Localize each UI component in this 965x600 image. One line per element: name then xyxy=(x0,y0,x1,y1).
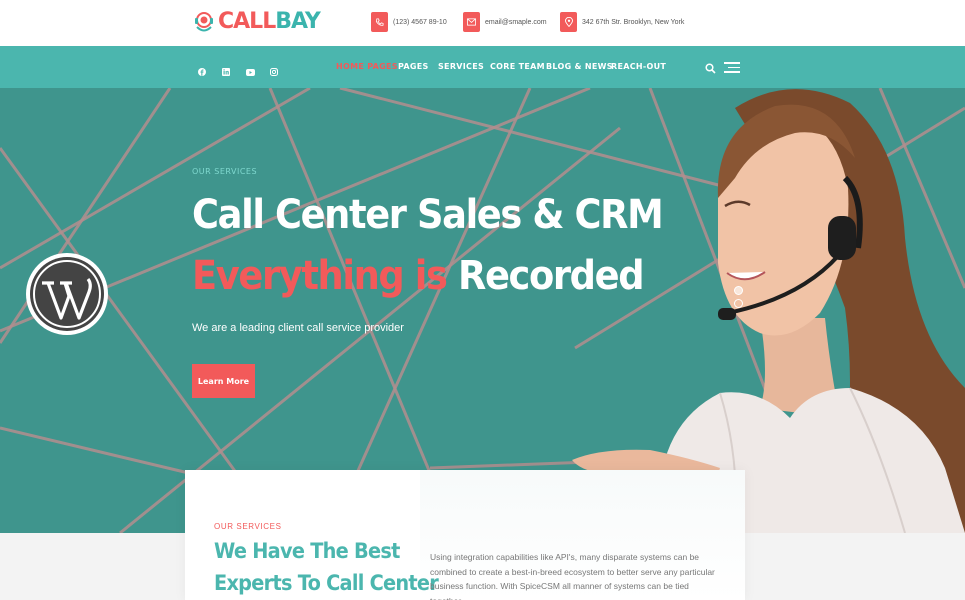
brand-logo[interactable]: CALLBAY xyxy=(193,7,321,37)
learn-more-button[interactable]: Learn More xyxy=(192,364,255,398)
hero-eyebrow: OUR SERVICES xyxy=(192,167,258,176)
nav-item-pages[interactable]: PAGES xyxy=(398,62,429,71)
email-address: email@smaple.com xyxy=(485,18,547,26)
hero-description: We are a leading client call service pro… xyxy=(192,322,404,334)
phone-icon xyxy=(371,12,388,32)
hamburger-menu-icon[interactable] xyxy=(724,62,740,73)
search-icon[interactable] xyxy=(705,61,716,74)
address-text: 342 67th Str. Brooklyn, New York xyxy=(582,18,685,26)
brand-name-part1: CALL xyxy=(218,9,276,34)
nav-item-home-pages[interactable]: HOME PAGES xyxy=(336,62,398,71)
hero-slider: OUR SERVICES Call Center Sales & CRM Eve… xyxy=(0,88,965,533)
contact-address[interactable]: 342 67th Str. Brooklyn, New York xyxy=(560,11,684,33)
youtube-icon[interactable] xyxy=(246,63,255,76)
about-title-line1: We Have The Best xyxy=(214,539,400,563)
slider-pagination xyxy=(734,286,743,312)
brand-name-part2: BAY xyxy=(275,9,321,34)
brand-name: CALLBAY xyxy=(218,9,321,34)
slider-dot-2[interactable] xyxy=(734,299,743,308)
phone-number: (123) 4567 89-10 xyxy=(393,18,447,26)
hero-subtitle: Everything is Recorded xyxy=(192,251,645,301)
about-title: We Have The Best Experts To Call Center xyxy=(214,535,439,599)
mail-icon xyxy=(463,12,480,32)
hero-title: Call Center Sales & CRM xyxy=(192,192,664,238)
hero-subtitle-rest: Recorded xyxy=(458,253,645,299)
nav-item-blog-news[interactable]: BLOG & NEWS xyxy=(546,62,613,71)
linkedin-icon[interactable] xyxy=(222,63,230,76)
facebook-icon[interactable] xyxy=(198,63,206,76)
hero-agent-image xyxy=(572,89,965,533)
contact-email[interactable]: email@smaple.com xyxy=(463,11,547,33)
about-eyebrow: OUR SERVICES xyxy=(214,522,282,531)
nav-item-services[interactable]: SERVICES xyxy=(438,62,484,71)
slider-dot-1[interactable] xyxy=(734,286,743,295)
about-title-line2: Experts To Call Center xyxy=(214,571,439,595)
nav-item-reach-out[interactable]: REACH-OUT xyxy=(611,62,666,71)
about-card: OUR SERVICES We Have The Best Experts To… xyxy=(185,470,745,600)
hero-subtitle-highlight: Everything is xyxy=(192,253,448,299)
nav-item-core-team[interactable]: CORE TEAM xyxy=(490,62,545,71)
main-navbar: HOME PAGES PAGES SERVICES CORE TEAM BLOG… xyxy=(0,46,965,88)
about-description: Using integration capabilities like API'… xyxy=(430,552,715,600)
location-pin-icon xyxy=(560,12,577,32)
top-bar: CALLBAY (123) 4567 89-10 email@smaple.co… xyxy=(0,0,965,46)
wordpress-icon[interactable] xyxy=(25,252,109,336)
contact-phone[interactable]: (123) 4567 89-10 xyxy=(371,11,447,33)
instagram-icon[interactable] xyxy=(270,63,278,76)
headset-logo-icon xyxy=(193,10,215,34)
